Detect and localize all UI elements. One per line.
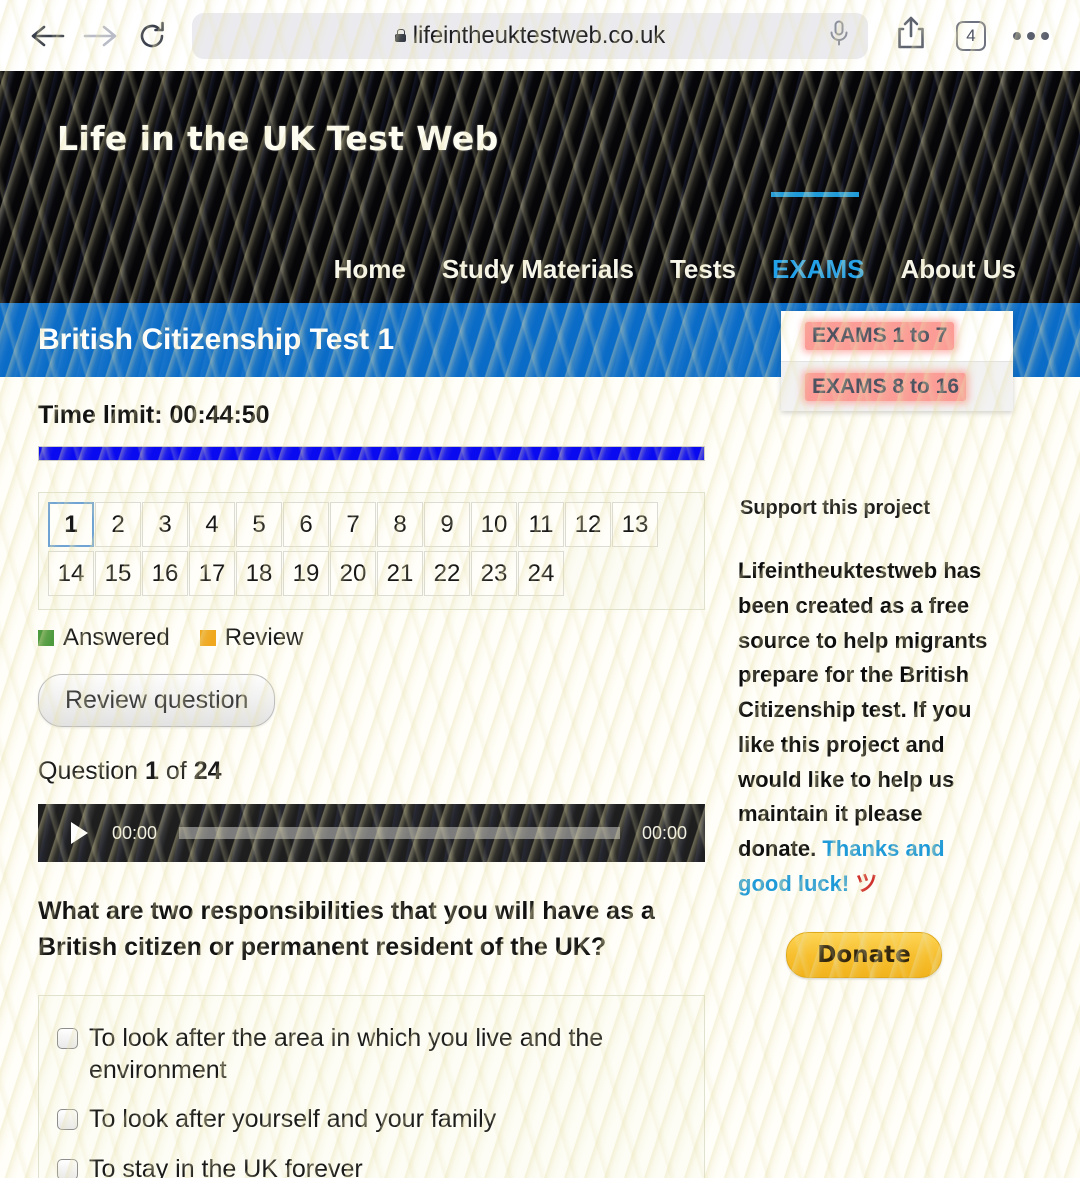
nav-item-tests[interactable]: Tests (670, 254, 736, 285)
question-number-3[interactable]: 3 (142, 502, 188, 547)
question-number-24[interactable]: 24 (518, 551, 564, 596)
question-number-8[interactable]: 8 (377, 502, 423, 547)
question-number-2[interactable]: 2 (95, 502, 141, 547)
tab-count-button[interactable]: 4 (944, 10, 998, 62)
back-arrow-icon (30, 21, 66, 51)
site-logo[interactable]: Life in the UK Test Web (57, 119, 499, 158)
dropdown-item-exams-8-to-16[interactable]: EXAMS 8 to 16 (781, 361, 1013, 411)
time-progress-fill (39, 447, 704, 460)
question-counter-total: 24 (193, 757, 222, 785)
question-counter-prefix: Question (38, 757, 139, 785)
question-number-20[interactable]: 20 (330, 551, 376, 596)
play-icon[interactable] (71, 822, 88, 844)
answer-option-1[interactable]: To look after the area in which you live… (57, 1014, 688, 1095)
question-number-14[interactable]: 14 (48, 551, 94, 596)
donate-button-container: Donate (738, 931, 990, 978)
page-title: British Citizenship Test 1 (38, 323, 395, 356)
main-navigation: Home Study Materials Tests EXAMS About U… (334, 192, 1016, 285)
question-number-11[interactable]: 11 (518, 502, 564, 547)
question-number-9[interactable]: 9 (424, 502, 470, 547)
answer-checkbox-1[interactable] (57, 1028, 78, 1049)
answered-legend-label: Answered (63, 624, 170, 651)
review-color-swatch (199, 630, 216, 646)
audio-player[interactable]: 00:00 00:00 (38, 804, 705, 862)
nav-item-exams[interactable]: EXAMS (770, 192, 864, 285)
answer-checkbox-2[interactable] (57, 1109, 78, 1130)
more-options-button[interactable] (1004, 10, 1058, 62)
site-header: Life in the UK Test Web Home Study Mater… (0, 71, 1080, 303)
back-button[interactable] (22, 10, 74, 62)
support-description: Lifeintheuktestweb has been created as a… (738, 554, 990, 902)
answer-label-2: To look after yourself and your family (89, 1105, 497, 1133)
question-number-5[interactable]: 5 (236, 502, 282, 547)
time-limit-label: Time limit: 00:44:50 (38, 401, 270, 429)
question-counter-current: 1 (145, 757, 159, 785)
question-status-legend: Answered Review (38, 624, 706, 652)
share-button[interactable] (884, 10, 938, 62)
reload-button[interactable] (126, 10, 178, 62)
microphone-icon (828, 20, 850, 51)
question-number-4[interactable]: 4 (189, 502, 235, 547)
sidebar: Support this project Lifeintheuktestweb … (706, 401, 1080, 1178)
share-icon (896, 16, 926, 55)
exams-dropdown-menu: EXAMS 1 to 7 EXAMS 8 to 16 (781, 311, 1013, 411)
smiley-kana-icon: ツ (849, 870, 878, 896)
dropdown-item-label: EXAMS 8 to 16 (805, 372, 967, 401)
nav-item-home[interactable]: Home (334, 254, 406, 285)
answer-option-2[interactable]: To look after yourself and your family (57, 1095, 688, 1145)
question-counter: Question 1 of 24 (38, 757, 706, 786)
url-text: lifeintheuktestweb.co.uk (412, 21, 666, 49)
answer-checkbox-3[interactable] (57, 1158, 78, 1178)
forward-arrow-icon (82, 21, 118, 51)
reload-icon (136, 20, 168, 52)
question-number-22[interactable]: 22 (424, 551, 470, 596)
question-number-17[interactable]: 17 (189, 551, 235, 596)
microphone-button[interactable] (824, 20, 854, 51)
question-number-15[interactable]: 15 (95, 551, 141, 596)
main-column: Time limit: 00:44:50 1 2 3 4 5 6 7 8 9 10 11 12 13 14… (0, 401, 706, 1178)
review-question-button[interactable]: Review question (38, 674, 276, 727)
tab-count-badge: 4 (956, 20, 986, 51)
dropdown-item-label: EXAMS 1 to 7 (805, 322, 955, 350)
lock-icon (394, 29, 406, 42)
question-number-23[interactable]: 23 (471, 551, 517, 596)
question-text: What are two responsibilities that you w… (38, 897, 655, 961)
dropdown-item-exams-1-to-7[interactable]: EXAMS 1 to 7 (781, 311, 1013, 361)
question-number-19[interactable]: 19 (283, 551, 329, 596)
review-legend-label: Review (224, 624, 304, 651)
question-number-18[interactable]: 18 (236, 551, 282, 596)
browser-toolbar: lifeintheuktestweb.co.uk 4 (0, 0, 1080, 71)
question-counter-middle: of (165, 757, 187, 785)
nav-item-about-us[interactable]: About Us (900, 254, 1016, 285)
question-number-1[interactable]: 1 (48, 502, 94, 547)
question-number-grid: 1 2 3 4 5 6 7 8 9 10 11 12 13 14 15 16 17 18 19 20 21 22 23 24 (38, 492, 705, 610)
support-heading: Support this project (740, 497, 930, 519)
answer-options-list: To look after the area in which you live… (38, 995, 705, 1178)
question-number-16[interactable]: 16 (142, 551, 188, 596)
time-progress-bar (38, 446, 705, 461)
nav-item-study-materials[interactable]: Study Materials (442, 254, 634, 285)
more-options-icon (1013, 31, 1049, 40)
answer-label-1: To look after the area in which you live… (89, 1024, 604, 1084)
forward-button[interactable] (74, 10, 126, 62)
question-number-13[interactable]: 13 (612, 502, 658, 547)
question-number-6[interactable]: 6 (283, 502, 329, 547)
question-number-12[interactable]: 12 (565, 502, 611, 547)
address-bar[interactable]: lifeintheuktestweb.co.uk (192, 12, 868, 59)
answer-option-3[interactable]: To stay in the UK forever (57, 1145, 688, 1178)
page-content: Time limit: 00:44:50 1 2 3 4 5 6 7 8 9 10 11 12 13 14… (0, 377, 1080, 1178)
audio-progress-track[interactable] (179, 827, 620, 839)
question-number-21[interactable]: 21 (377, 551, 423, 596)
audio-duration: 00:00 (641, 822, 687, 843)
answered-color-swatch (38, 630, 54, 646)
audio-current-time: 00:00 (112, 822, 158, 843)
donate-button[interactable]: Donate (786, 931, 942, 978)
question-number-7[interactable]: 7 (330, 502, 376, 547)
question-number-10[interactable]: 10 (471, 502, 517, 547)
support-description-main: Lifeintheuktestweb has been created as a… (738, 558, 988, 861)
answer-label-3: To stay in the UK forever (89, 1154, 363, 1178)
